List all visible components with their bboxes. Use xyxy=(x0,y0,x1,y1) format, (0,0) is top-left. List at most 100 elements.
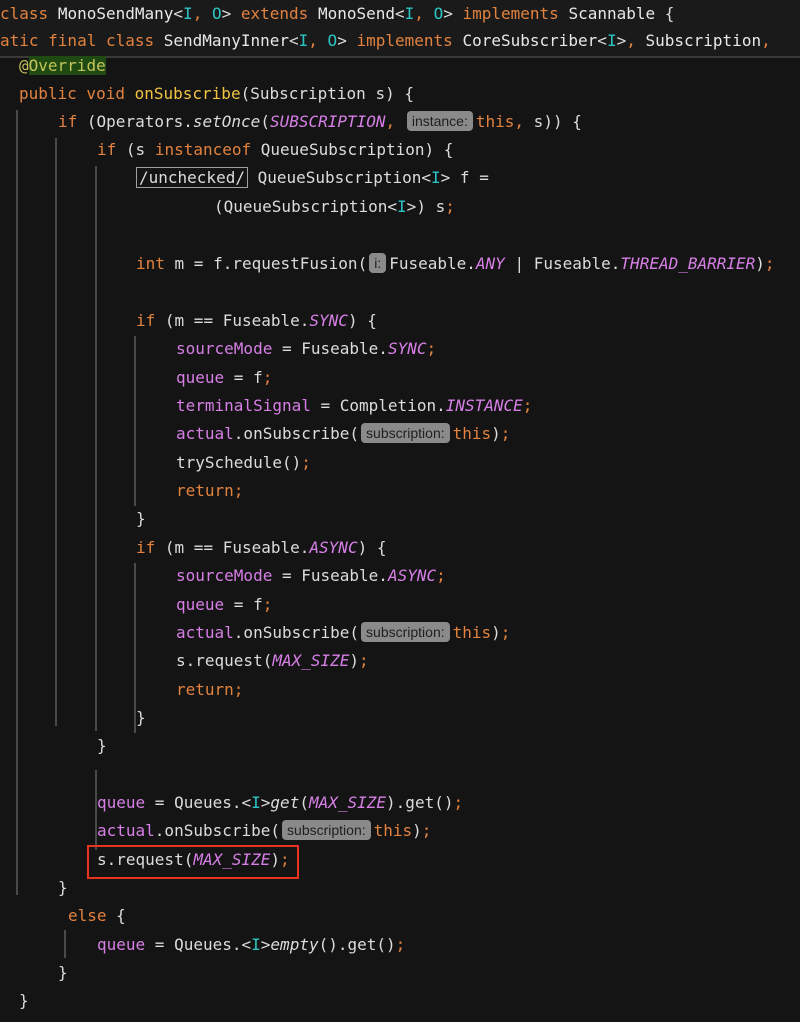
highlight-box xyxy=(87,845,299,879)
field: terminalSignal xyxy=(176,396,311,415)
code-line[interactable]: queue = f; xyxy=(176,364,272,392)
inlay-hint: subscription: xyxy=(361,622,450,642)
code-line[interactable]: } xyxy=(97,732,107,760)
brace: } xyxy=(136,708,146,727)
code-line[interactable]: int m = f.requestFusion(i: Fuseable.ANY |… xyxy=(136,250,775,278)
parent-class: MonoSend xyxy=(317,4,396,23)
code-line[interactable]: sourceMode = Fuseable.SYNC; xyxy=(176,335,436,363)
field: actual xyxy=(97,821,155,840)
code-line[interactable]: } xyxy=(19,987,29,1015)
code-line[interactable]: return; xyxy=(176,676,243,704)
code-text: = f xyxy=(224,595,263,614)
constant: ANY xyxy=(475,254,505,273)
code-line[interactable]: } xyxy=(136,505,146,533)
code-text: = Completion. xyxy=(310,396,446,415)
lt: < xyxy=(395,4,405,23)
code-text: s.request( xyxy=(176,651,273,670)
constant: ASYNC xyxy=(309,538,358,557)
brace: } xyxy=(19,991,29,1010)
semicolon: ; xyxy=(436,566,446,585)
code-line[interactable]: actual.onSubscribe(subscription: this); xyxy=(176,619,510,647)
code-line[interactable]: terminalSignal = Completion.INSTANCE; xyxy=(176,392,532,420)
code-text: ) xyxy=(491,424,501,443)
keyword-implements: implements xyxy=(462,4,559,23)
annotation-line[interactable]: @Override xyxy=(19,52,106,80)
code-line[interactable]: queue = Queues.<I>get(MAX_SIZE).get(); xyxy=(97,789,463,817)
indent-guide xyxy=(64,930,66,958)
constant: SYNC xyxy=(387,339,427,358)
inlay-hint: instance: xyxy=(406,111,473,131)
indent-guide xyxy=(95,166,97,731)
code-line[interactable]: actual.onSubscribe(subscription: this); xyxy=(97,817,431,845)
code-text: s)) { xyxy=(524,112,582,131)
code-text: (QueueSubscription xyxy=(214,197,388,216)
constant: MAX_SIZE xyxy=(272,651,350,670)
comma: , xyxy=(626,31,646,50)
code-line[interactable]: if (Operators.setOnce(SUBSCRIPTION, inst… xyxy=(58,108,582,136)
modifiers: atic final class xyxy=(0,31,155,50)
semicolon: ; xyxy=(500,424,511,443)
code-text: = Queues.< xyxy=(145,793,252,812)
brace: { xyxy=(664,4,675,23)
field: sourceMode xyxy=(176,339,273,358)
code-line[interactable]: queue = f; xyxy=(176,591,272,619)
code-line[interactable]: if (s instanceof QueueSubscription) { xyxy=(97,136,453,164)
code-line[interactable]: if (m == Fuseable.ASYNC) { xyxy=(136,534,386,562)
class-name: SendManyInner xyxy=(163,31,289,50)
code-line[interactable]: } xyxy=(136,704,146,732)
code-line[interactable]: queue = Queues.<I>empty().get(); xyxy=(97,931,405,959)
code-line[interactable]: /unchecked/ QueueSubscription<I> f = xyxy=(136,164,489,192)
keyword-int: int xyxy=(136,254,165,273)
code-text: .get() xyxy=(395,793,454,812)
semicolon: ; xyxy=(445,197,455,216)
sticky-class-line[interactable]: class MonoSendMany<I, O> extends MonoSen… xyxy=(0,0,674,28)
semicolon: ; xyxy=(233,680,244,699)
field: queue xyxy=(176,595,225,614)
keyword-this: this xyxy=(452,424,492,443)
semicolon: ; xyxy=(500,623,511,642)
comma: , xyxy=(192,4,212,23)
keyword-class: class xyxy=(0,4,49,23)
brace: } xyxy=(58,963,68,982)
constant: SYNC xyxy=(309,311,348,330)
type-param: I xyxy=(606,31,617,50)
keyword-return: return xyxy=(176,481,234,500)
code-text: trySchedule() xyxy=(176,453,302,472)
gt: > xyxy=(221,4,232,23)
code-line[interactable]: } xyxy=(58,959,68,987)
type-param: O xyxy=(327,31,338,50)
type-param: I xyxy=(397,197,407,216)
code-line[interactable]: sourceMode = Fuseable.ASYNC; xyxy=(176,562,446,590)
annotation-at: @ xyxy=(19,56,29,75)
code-line[interactable]: } xyxy=(58,874,68,902)
inlay-hint: subscription: xyxy=(361,423,450,443)
type-param: I xyxy=(404,4,415,23)
keyword-else: else xyxy=(68,906,107,925)
interface-name: Subscription xyxy=(645,31,762,50)
code-line[interactable]: (QueueSubscription<I>) s; xyxy=(214,193,455,221)
code-line[interactable]: else { xyxy=(68,902,126,930)
brace: } xyxy=(58,878,68,897)
method-params: (Subscription s) { xyxy=(240,84,414,103)
code-line[interactable]: actual.onSubscribe(subscription: this); xyxy=(176,420,510,448)
code-text: m = f.requestFusion( xyxy=(164,254,368,273)
method-signature-line[interactable]: public void onSubscribe(Subscription s) … xyxy=(19,80,414,108)
keyword-this: this xyxy=(373,821,413,840)
interface-name: CoreSubscriber xyxy=(462,31,598,50)
code-text: = Queues.< xyxy=(145,935,252,954)
code-line[interactable]: if (m == Fuseable.SYNC) { xyxy=(136,307,377,335)
static-method: get xyxy=(270,793,300,812)
inlay-hint: subscription: xyxy=(282,820,371,840)
unchecked-marker[interactable]: /unchecked/ xyxy=(136,167,248,188)
field: queue xyxy=(97,935,146,954)
code-text: (s xyxy=(125,140,155,159)
interface-name: Scannable xyxy=(568,4,656,23)
code-text: f = xyxy=(450,168,489,187)
lt: < xyxy=(289,31,299,50)
code-line[interactable]: trySchedule(); xyxy=(176,449,311,477)
code-line[interactable]: return; xyxy=(176,477,243,505)
code-line[interactable]: s.request(MAX_SIZE); xyxy=(176,647,369,675)
code-text: Fuseable. xyxy=(389,254,476,273)
code-text: .onSubscribe( xyxy=(154,821,281,840)
sticky-inner-class-line[interactable]: atic final class SendManyInner<I, O> imp… xyxy=(0,27,771,55)
